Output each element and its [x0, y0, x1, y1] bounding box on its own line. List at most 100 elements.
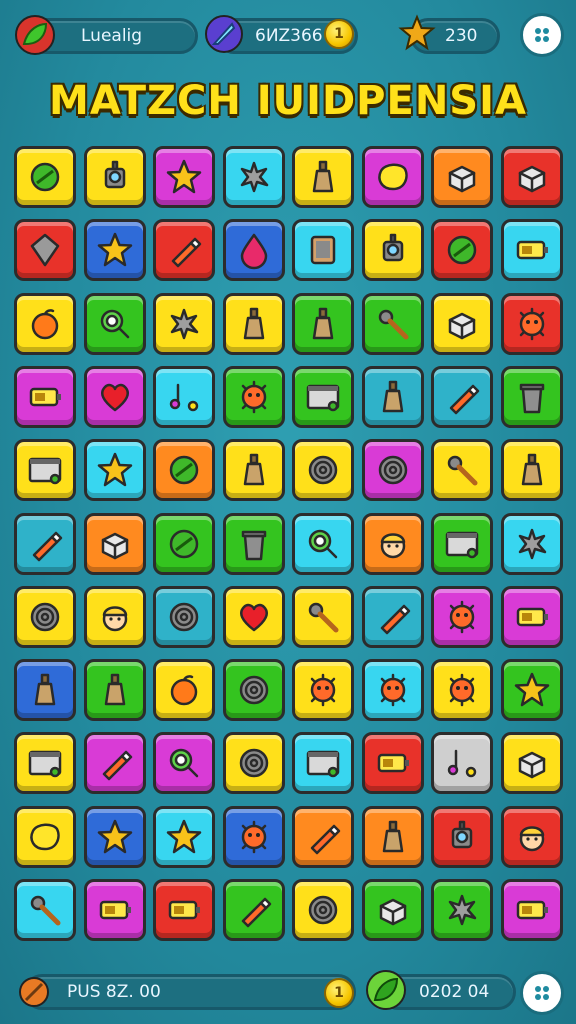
board-tile[interactable]	[83, 365, 146, 428]
board-tile[interactable]	[14, 732, 76, 795]
board-tile[interactable]	[292, 732, 354, 795]
board-tile[interactable]	[153, 732, 215, 795]
board-tile[interactable]	[83, 146, 146, 208]
board-tile[interactable]	[292, 879, 354, 941]
board-tile[interactable]	[83, 439, 146, 502]
board-tile[interactable]	[153, 585, 215, 648]
board-tile[interactable]	[361, 879, 424, 941]
board-tile[interactable]	[292, 512, 354, 575]
board-tile[interactable]	[83, 219, 146, 282]
board-tile[interactable]	[14, 365, 76, 428]
board-tile[interactable]	[14, 512, 76, 575]
board-tile[interactable]	[14, 585, 76, 648]
menu-button[interactable]	[520, 13, 564, 57]
board-tile[interactable]	[431, 365, 493, 428]
board-tile[interactable]	[153, 439, 215, 502]
board-tile[interactable]	[153, 292, 215, 355]
leaf-icon	[169, 455, 199, 485]
board-tile[interactable]	[431, 146, 493, 208]
options-button[interactable]	[520, 971, 564, 1015]
board-tile[interactable]	[153, 805, 215, 868]
board-tile[interactable]	[500, 732, 563, 795]
battery-icon	[99, 900, 131, 920]
board-tile[interactable]	[222, 659, 285, 722]
board-tile[interactable]	[500, 439, 563, 502]
board-tile[interactable]	[361, 659, 424, 722]
board-tile[interactable]	[153, 659, 215, 722]
board-tile[interactable]	[361, 365, 424, 428]
board-tile[interactable]	[222, 146, 285, 208]
board-tile[interactable]	[83, 292, 146, 355]
board-tile[interactable]	[83, 805, 146, 868]
board-tile[interactable]	[500, 585, 563, 648]
board-tile[interactable]	[153, 512, 215, 575]
board-tile[interactable]	[292, 292, 354, 355]
board-tile[interactable]	[14, 879, 76, 941]
spiral-icon	[30, 602, 60, 632]
board-tile[interactable]	[222, 512, 285, 575]
board-tile[interactable]	[153, 146, 215, 208]
board-tile[interactable]	[83, 512, 146, 575]
board-tile[interactable]	[83, 659, 146, 722]
board-tile[interactable]	[14, 219, 76, 282]
board-tile[interactable]	[292, 146, 354, 208]
board-tile[interactable]	[361, 585, 424, 648]
board-tile[interactable]	[292, 659, 354, 722]
board-tile[interactable]	[500, 365, 563, 428]
board-tile[interactable]	[222, 585, 285, 648]
board-tile[interactable]	[14, 659, 76, 722]
face-icon	[380, 532, 405, 558]
board-tile[interactable]	[431, 805, 493, 868]
board-tile[interactable]	[83, 732, 146, 795]
board-tile[interactable]	[153, 365, 215, 428]
board-tile[interactable]	[14, 292, 76, 355]
board-tile[interactable]	[361, 146, 424, 208]
board-tile[interactable]	[222, 732, 285, 795]
board-tile[interactable]	[361, 439, 424, 502]
board-tile[interactable]	[431, 879, 493, 941]
board-tile[interactable]	[361, 292, 424, 355]
board-tile[interactable]	[500, 146, 563, 208]
board-tile[interactable]	[361, 805, 424, 868]
board-tile[interactable]	[431, 219, 493, 282]
board-tile[interactable]	[431, 439, 493, 502]
board-tile[interactable]	[14, 439, 76, 502]
game-title: MATZCH IUIDPENSIA	[49, 78, 527, 124]
board-tile[interactable]	[431, 512, 493, 575]
board-tile[interactable]	[292, 805, 354, 868]
board-tile[interactable]	[431, 292, 493, 355]
board-tile[interactable]	[14, 146, 76, 208]
board-tile[interactable]	[153, 879, 215, 941]
board-tile[interactable]	[83, 585, 146, 648]
board-tile[interactable]	[431, 585, 493, 648]
board-tile[interactable]	[361, 219, 424, 282]
board-tile[interactable]	[500, 879, 563, 941]
board-tile[interactable]	[222, 439, 285, 502]
board-tile[interactable]	[500, 805, 563, 868]
board-tile[interactable]	[292, 439, 354, 502]
board-tile[interactable]	[153, 219, 215, 282]
note-icon	[169, 383, 199, 412]
board-tile[interactable]	[292, 365, 354, 428]
board-tile[interactable]	[431, 732, 493, 795]
board-tile[interactable]	[361, 512, 424, 575]
crayon-icon	[102, 751, 132, 781]
board-tile[interactable]	[222, 805, 285, 868]
bottle-icon	[382, 820, 403, 852]
board-tile[interactable]	[222, 879, 285, 941]
match-icon	[447, 455, 478, 486]
board-tile[interactable]	[83, 879, 146, 941]
board-tile[interactable]	[14, 805, 76, 868]
board-tile[interactable]	[292, 585, 354, 648]
board-tile[interactable]	[500, 219, 563, 282]
board-tile[interactable]	[500, 512, 563, 575]
virus-icon	[449, 600, 475, 634]
board-tile[interactable]	[222, 219, 285, 282]
board-tile[interactable]	[500, 292, 563, 355]
board-tile[interactable]	[292, 219, 354, 282]
board-tile[interactable]	[500, 659, 563, 722]
board-tile[interactable]	[431, 659, 493, 722]
board-tile[interactable]	[222, 365, 285, 428]
board-tile[interactable]	[361, 732, 424, 795]
board-tile[interactable]	[222, 292, 285, 355]
